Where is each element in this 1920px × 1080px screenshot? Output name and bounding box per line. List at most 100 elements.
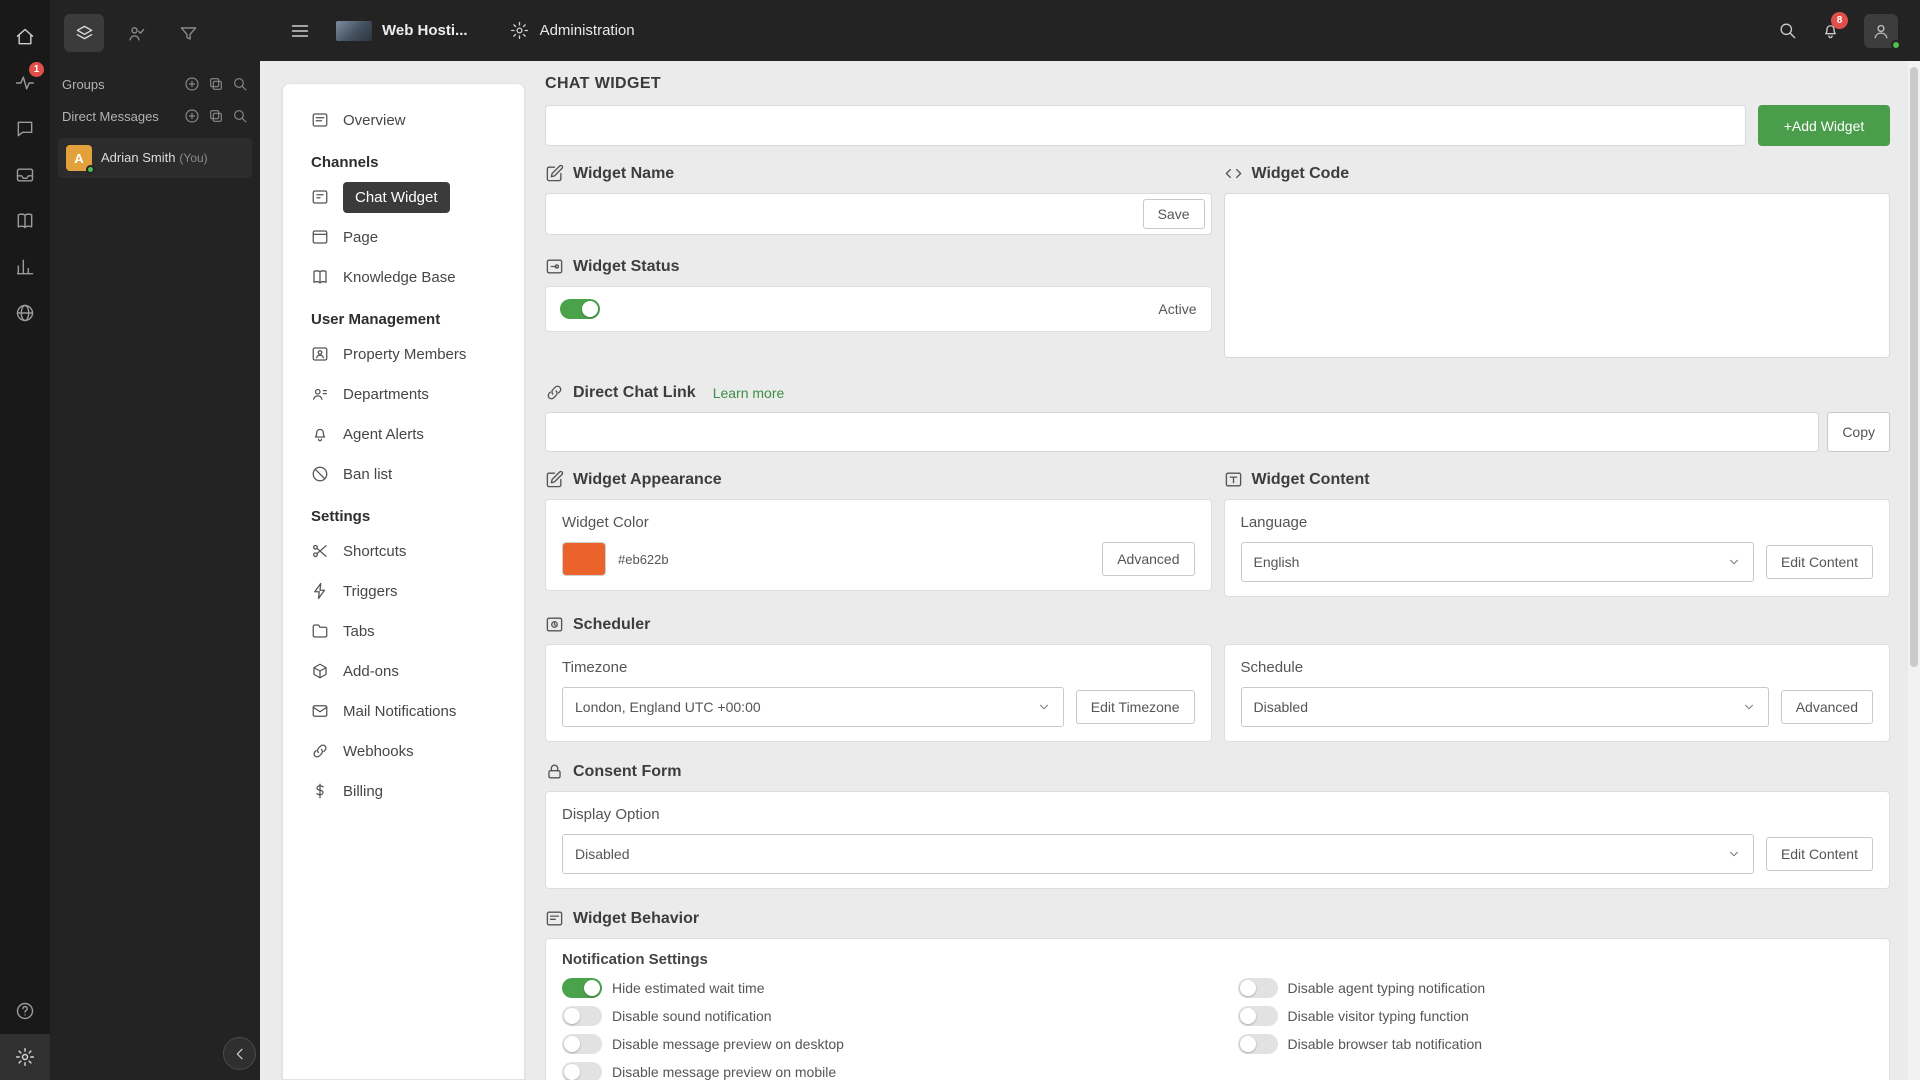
language-label: Language bbox=[1240, 514, 1308, 531]
administration-label: Administration bbox=[539, 22, 635, 39]
sidebar-item-ban-list[interactable]: Ban list bbox=[283, 454, 524, 494]
widget-selector-input[interactable] bbox=[545, 105, 1746, 146]
direct-chat-link-section: Direct Chat Link Learn more Copy bbox=[545, 383, 1890, 452]
user-name: Adrian Smith bbox=[101, 150, 176, 165]
sidebar-item-tabs[interactable]: Tabs bbox=[283, 611, 524, 651]
groups-label: Groups bbox=[62, 76, 105, 92]
copy-button[interactable]: Copy bbox=[1827, 412, 1890, 452]
content-edit-button[interactable]: Edit Content bbox=[1765, 545, 1873, 579]
display-option-select[interactable]: Disabled bbox=[562, 834, 1754, 874]
widget-color-value: #eb622b bbox=[618, 551, 669, 567]
behavior-icon bbox=[545, 909, 564, 928]
notifications-bell-icon[interactable]: 8 bbox=[1821, 12, 1848, 40]
profile-avatar[interactable] bbox=[1864, 13, 1901, 50]
sidebar-item-billing[interactable]: Billing bbox=[283, 771, 524, 811]
inbox-icon[interactable] bbox=[0, 152, 50, 198]
widget-status-text: Active bbox=[1158, 301, 1197, 317]
reports-icon[interactable] bbox=[0, 244, 50, 290]
language-select[interactable]: English bbox=[1240, 542, 1754, 582]
chevron-down-icon bbox=[1037, 700, 1051, 714]
groups-browse-icon[interactable] bbox=[208, 76, 224, 92]
dm-browse-icon[interactable] bbox=[208, 108, 224, 124]
appearance-icon bbox=[545, 470, 564, 489]
admin-gear-icon bbox=[510, 21, 528, 40]
scrollbar-thumb[interactable] bbox=[1910, 67, 1918, 667]
toggle-disable-agent-typing[interactable] bbox=[1237, 978, 1278, 998]
profile-online-dot bbox=[1891, 39, 1901, 50]
person-icon bbox=[1874, 24, 1888, 38]
toggle-disable-visitor-typing[interactable] bbox=[1237, 1006, 1278, 1026]
help-icon[interactable] bbox=[0, 988, 50, 1034]
direct-chat-link-input[interactable] bbox=[545, 412, 1820, 452]
schedule-advanced-button[interactable]: Advanced bbox=[1780, 690, 1873, 724]
sidebar-item-knowledge-base[interactable]: Knowledge Base bbox=[283, 257, 524, 297]
property-selector[interactable]: Web Hosti... bbox=[336, 20, 468, 41]
sidebar-item-shortcuts[interactable]: Shortcuts bbox=[283, 531, 524, 571]
search-icon[interactable] bbox=[1778, 21, 1797, 40]
widget-content-header: Widget Content bbox=[1224, 470, 1891, 489]
sidebar-item-page[interactable]: Page bbox=[283, 217, 524, 257]
toggle-disable-message-preview-desktop[interactable] bbox=[562, 1034, 602, 1054]
rail-bottom-group bbox=[0, 988, 50, 1080]
toggle-row: Hide estimated wait time bbox=[562, 978, 1198, 998]
sidebar-item-agent-alerts[interactable]: Agent Alerts bbox=[283, 414, 524, 454]
dollar-icon bbox=[311, 782, 329, 800]
toggle-row: Disable message preview on desktop bbox=[562, 1034, 1198, 1054]
sidebar-item-addons[interactable]: Add-ons bbox=[283, 651, 524, 691]
widget-status-toggle[interactable] bbox=[560, 299, 600, 319]
settings-icon[interactable] bbox=[0, 1034, 50, 1080]
nav-section-channels: Channels bbox=[311, 154, 379, 171]
home-icon[interactable] bbox=[0, 14, 50, 60]
toggle-disable-sound-notification[interactable] bbox=[562, 1006, 602, 1026]
channels-tab[interactable] bbox=[64, 14, 104, 52]
add-widget-button[interactable]: +Add Widget bbox=[1758, 105, 1890, 146]
widget-color-swatch[interactable] bbox=[562, 542, 606, 576]
administration-section[interactable]: Administration bbox=[510, 21, 635, 40]
globe-icon[interactable] bbox=[0, 290, 50, 336]
toggle-row: Disable sound notification bbox=[562, 1006, 1198, 1026]
schedule-select[interactable]: Disabled bbox=[1240, 687, 1769, 727]
folder-icon bbox=[311, 622, 329, 640]
widget-name-field: Save bbox=[545, 193, 1212, 235]
toggle-row: Disable message preview on mobile bbox=[562, 1062, 1198, 1080]
toggle-hide-estimated-wait-time[interactable] bbox=[562, 978, 602, 998]
schedule-label: Schedule bbox=[1240, 659, 1304, 676]
sidebar-item-webhooks[interactable]: Webhooks bbox=[283, 731, 524, 771]
learn-more-link[interactable]: Learn more bbox=[713, 385, 785, 401]
sidebar-item-triggers[interactable]: Triggers bbox=[283, 571, 524, 611]
sidebar-item-departments[interactable]: Departments bbox=[283, 374, 524, 414]
contacts-tab[interactable] bbox=[116, 14, 156, 52]
consent-edit-button[interactable]: Edit Content bbox=[1765, 837, 1873, 871]
chain-link-icon bbox=[545, 383, 564, 402]
monitoring-icon[interactable]: 1 bbox=[0, 60, 50, 106]
widget-name-input[interactable] bbox=[546, 194, 1143, 234]
dm-user-item[interactable]: A Adrian Smith (You) bbox=[58, 138, 252, 178]
user-avatar: A bbox=[66, 145, 95, 174]
lightning-icon bbox=[311, 582, 329, 600]
page-scrollbar[interactable] bbox=[1908, 61, 1920, 1080]
ban-icon bbox=[311, 465, 329, 483]
timezone-select[interactable]: London, England UTC +00:00 bbox=[562, 687, 1064, 727]
hamburger-menu-icon[interactable] bbox=[290, 21, 310, 41]
toggle-disable-message-preview-mobile[interactable] bbox=[562, 1062, 602, 1080]
widget-code-header: Widget Code bbox=[1224, 164, 1891, 183]
knowledge-base-icon[interactable] bbox=[0, 198, 50, 244]
chat-icon[interactable] bbox=[0, 106, 50, 152]
edit-timezone-button[interactable]: Edit Timezone bbox=[1075, 690, 1195, 724]
filter-tab[interactable] bbox=[168, 14, 208, 52]
sidebar-item-chat-widget[interactable]: Chat Widget bbox=[283, 177, 524, 217]
sidebar-item-mail-notifications[interactable]: Mail Notifications bbox=[283, 691, 524, 731]
code-icon bbox=[1224, 164, 1243, 183]
sidebar-item-property-members[interactable]: Property Members bbox=[283, 334, 524, 374]
save-button[interactable]: Save bbox=[1142, 199, 1205, 229]
widget-code-textarea[interactable] bbox=[1223, 193, 1890, 358]
appearance-advanced-button[interactable]: Advanced bbox=[1102, 542, 1195, 576]
collapse-sidebar-button[interactable] bbox=[223, 1037, 256, 1070]
toggle-disable-browser-tab-notification[interactable] bbox=[1237, 1034, 1278, 1054]
dm-add-icon[interactable] bbox=[184, 108, 200, 124]
groups-search-icon[interactable] bbox=[232, 76, 248, 92]
dm-search-icon[interactable] bbox=[232, 108, 248, 124]
groups-add-icon[interactable] bbox=[184, 76, 200, 92]
notification-settings-card: Notification Settings Hide estimated wai… bbox=[545, 938, 1890, 1080]
sidebar-item-overview[interactable]: Overview bbox=[283, 100, 524, 140]
